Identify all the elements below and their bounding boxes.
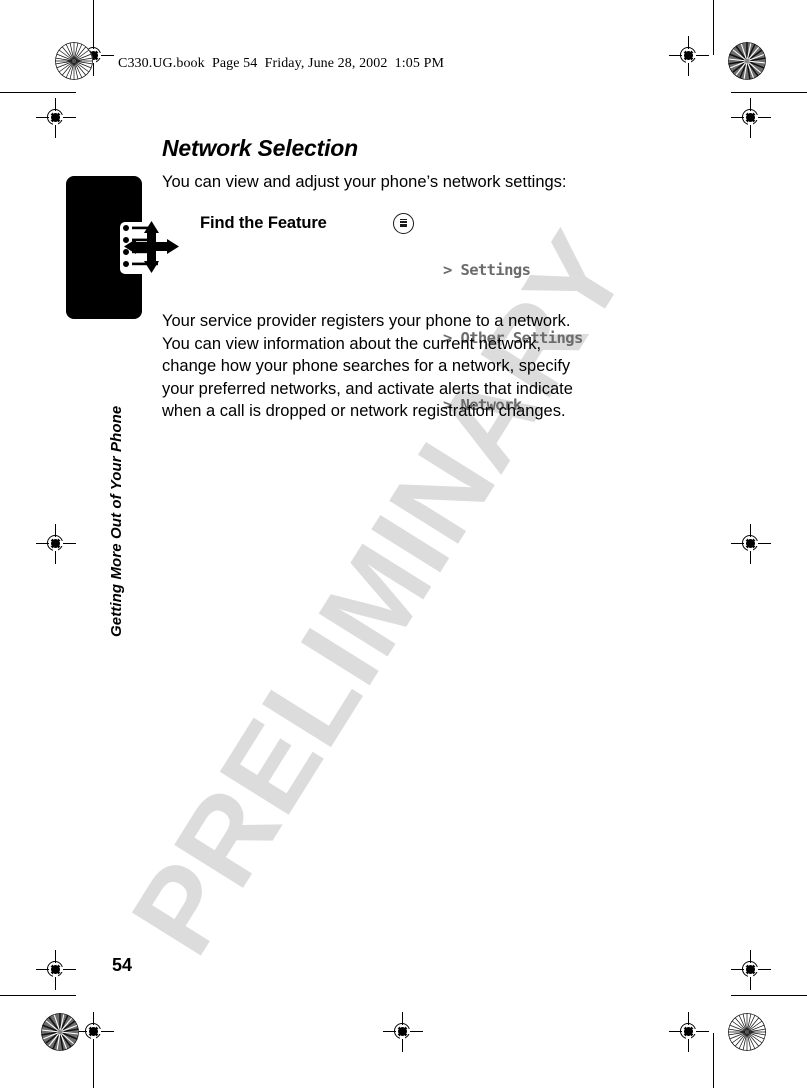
rosette-icon — [728, 1013, 766, 1051]
registration-target-icon — [36, 524, 76, 564]
crop-line — [731, 92, 807, 93]
registration-target-icon — [383, 1012, 423, 1052]
registration-target-icon — [669, 1012, 709, 1052]
page-number: 54 — [112, 955, 133, 975]
find-the-feature-label: Find the Feature — [200, 214, 327, 232]
navigation-key-icon — [123, 221, 181, 280]
crop-line — [0, 92, 76, 93]
registration-target-icon — [669, 36, 709, 76]
registration-target-icon — [36, 950, 76, 990]
menu-path-item: > Settings — [443, 261, 531, 279]
body-line: You can view information about the curre… — [162, 334, 542, 353]
rosette-icon — [41, 1013, 79, 1051]
body-line: when a call is dropped or network regist… — [162, 402, 566, 421]
body-paragraph: Your service provider registers your pho… — [162, 310, 662, 423]
crop-line — [713, 0, 714, 55]
chapter-title-vertical: Getting More Out of Your Phone — [108, 405, 125, 637]
manual-page: PRELIMINARY C330.UG.book Page 54 Friday,… — [0, 0, 807, 1088]
rosette-icon — [55, 42, 93, 80]
crop-line — [731, 995, 807, 996]
body-line: Your service provider registers your pho… — [162, 312, 571, 330]
page-title: Network Selection — [162, 135, 358, 161]
registration-target-icon — [731, 98, 771, 138]
crop-line — [713, 1033, 714, 1088]
book-header-text: C330.UG.book Page 54 Friday, June 28, 20… — [118, 56, 445, 71]
registration-target-icon — [36, 98, 76, 138]
rosette-icon — [728, 42, 766, 80]
registration-target-icon — [74, 1012, 114, 1052]
registration-target-icon — [731, 524, 771, 564]
menu-key-icon — [393, 213, 414, 234]
registration-target-icon — [731, 950, 771, 990]
intro-paragraph: You can view and adjust your phone’s net… — [162, 173, 567, 191]
crop-line — [0, 995, 76, 996]
body-line: change how your phone searches for a net… — [162, 357, 571, 376]
body-line: your preferred networks, and activate al… — [162, 379, 573, 398]
